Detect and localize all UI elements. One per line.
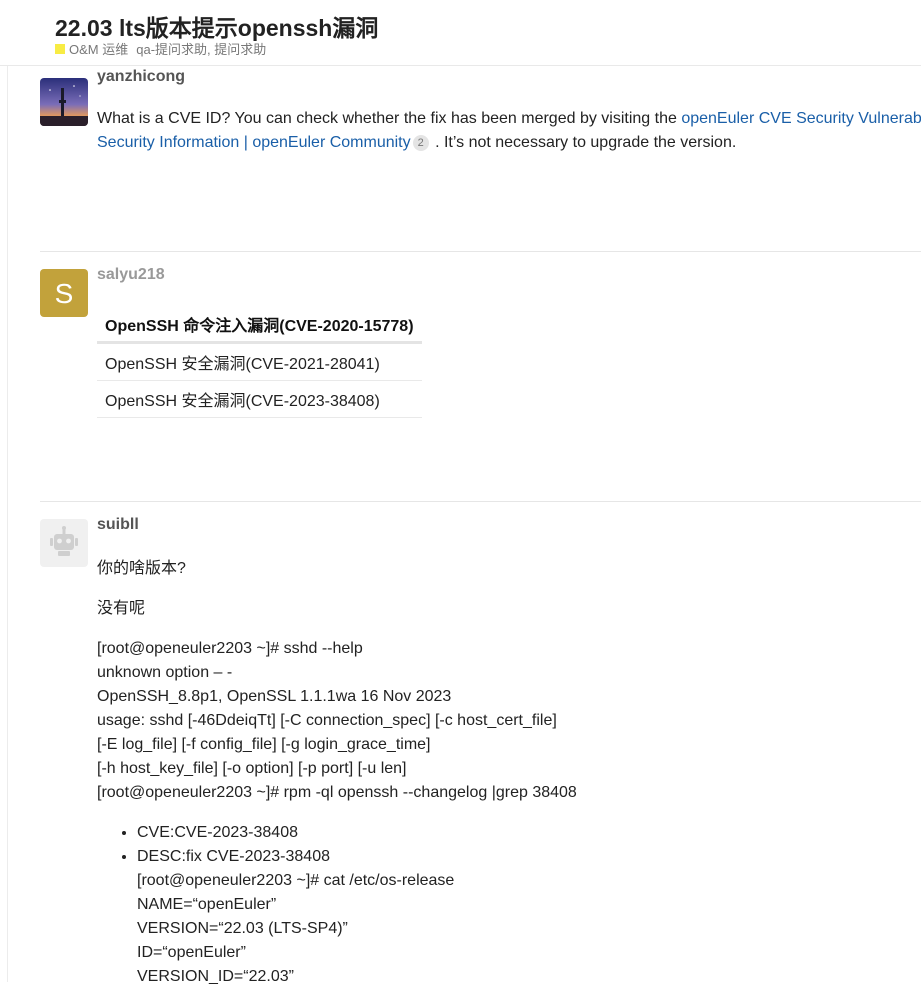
username[interactable]: yanzhicong <box>97 68 185 86</box>
post-suibll: suibll 你的啥版本? 没有呢 [root@openeuler2203 ~]… <box>40 516 921 985</box>
output-line: OpenSSH_8.8p1, OpenSSL 1.1.1wa 16 Nov 20… <box>97 688 452 705</box>
topic-tags[interactable]: qa-提问求助, 提问求助 <box>136 39 266 58</box>
post-yanzhicong: yanzhicong What is a CVE ID? You can che… <box>40 68 921 228</box>
cve-table: OpenSSH 命令注入漏洞(CVE-2020-15778) OpenSSH 安… <box>97 306 422 418</box>
output-line: usage: sshd [-46DdeiqTt] [-C connection_… <box>97 712 557 729</box>
avatar[interactable] <box>40 519 88 567</box>
changelog-list: CVE:CVE-2023-38408 DESC:fix CVE-2023-384… <box>97 821 921 989</box>
post-text: What is a CVE ID? You can check whether … <box>97 110 682 127</box>
avatar[interactable] <box>40 78 88 126</box>
avatar[interactable]: S <box>40 269 88 317</box>
topic-title[interactable]: 22.03 lts版本提示openssh漏洞 <box>55 9 378 43</box>
table-cell: OpenSSH 安全漏洞(CVE-2021-28041) <box>97 342 422 381</box>
output-line: [root@openeuler2203 ~]# rpm -ql openssh … <box>97 784 577 801</box>
output-line: [-E log_file] [-f config_file] [-g login… <box>97 736 431 753</box>
avatar-letter: S <box>55 278 74 309</box>
topic-header: 22.03 lts版本提示openssh漏洞 O&M 运维 qa-提问求助, 提… <box>0 0 921 66</box>
category-link[interactable]: O&M 运维 <box>69 39 128 58</box>
table-cell: OpenSSH 安全漏洞(CVE-2023-38408) <box>97 380 422 418</box>
topic-meta: O&M 运维 qa-提问求助, 提问求助 <box>55 39 266 58</box>
cve-security-link[interactable]: openEuler CVE Security Vulnerab <box>681 110 921 127</box>
post-divider <box>40 251 921 252</box>
table-header: OpenSSH 命令注入漏洞(CVE-2020-15778) <box>97 306 422 344</box>
svg-text:S: S <box>55 278 74 309</box>
list-item: DESC:fix CVE-2023-38408 [root@openeuler2… <box>137 845 921 989</box>
table-row: OpenSSH 安全漏洞(CVE-2021-28041) <box>97 342 422 381</box>
post-divider <box>40 501 921 502</box>
command-output: [root@openeuler2203 ~]# sshd --help unkn… <box>97 637 921 805</box>
table-row: OpenSSH 安全漏洞(CVE-2023-38408) <box>97 380 422 418</box>
output-line: unknown option – - <box>97 664 233 681</box>
output-line: [root@openeuler2203 ~]# sshd --help <box>97 640 363 657</box>
paragraph: 没有呢 <box>97 600 146 617</box>
avatar-image <box>40 78 88 126</box>
post-text: . It’s not necessary to upgrade the vers… <box>430 134 737 151</box>
post-body: What is a CVE ID? You can check whether … <box>97 107 921 155</box>
link-click-count-badge: 2 <box>412 135 429 151</box>
robot-icon <box>50 526 78 556</box>
post-salyu218: S salyu218 OpenSSH 命令注入漏洞(CVE-2020-15778… <box>40 266 921 446</box>
community-link[interactable]: Security Information | openEuler Communi… <box>97 134 411 151</box>
username[interactable]: salyu218 <box>97 266 165 284</box>
category-color-swatch <box>55 43 65 54</box>
paragraph: 你的啥版本? <box>97 560 186 577</box>
timeline-rail <box>7 65 8 982</box>
output-line: [-h host_key_file] [-o option] [-p port]… <box>97 760 407 777</box>
post-body: 你的啥版本? 没有呢 [root@openeuler2203 ~]# sshd … <box>97 557 921 989</box>
username[interactable]: suibll <box>97 516 139 534</box>
list-item: CVE:CVE-2023-38408 <box>137 821 921 845</box>
